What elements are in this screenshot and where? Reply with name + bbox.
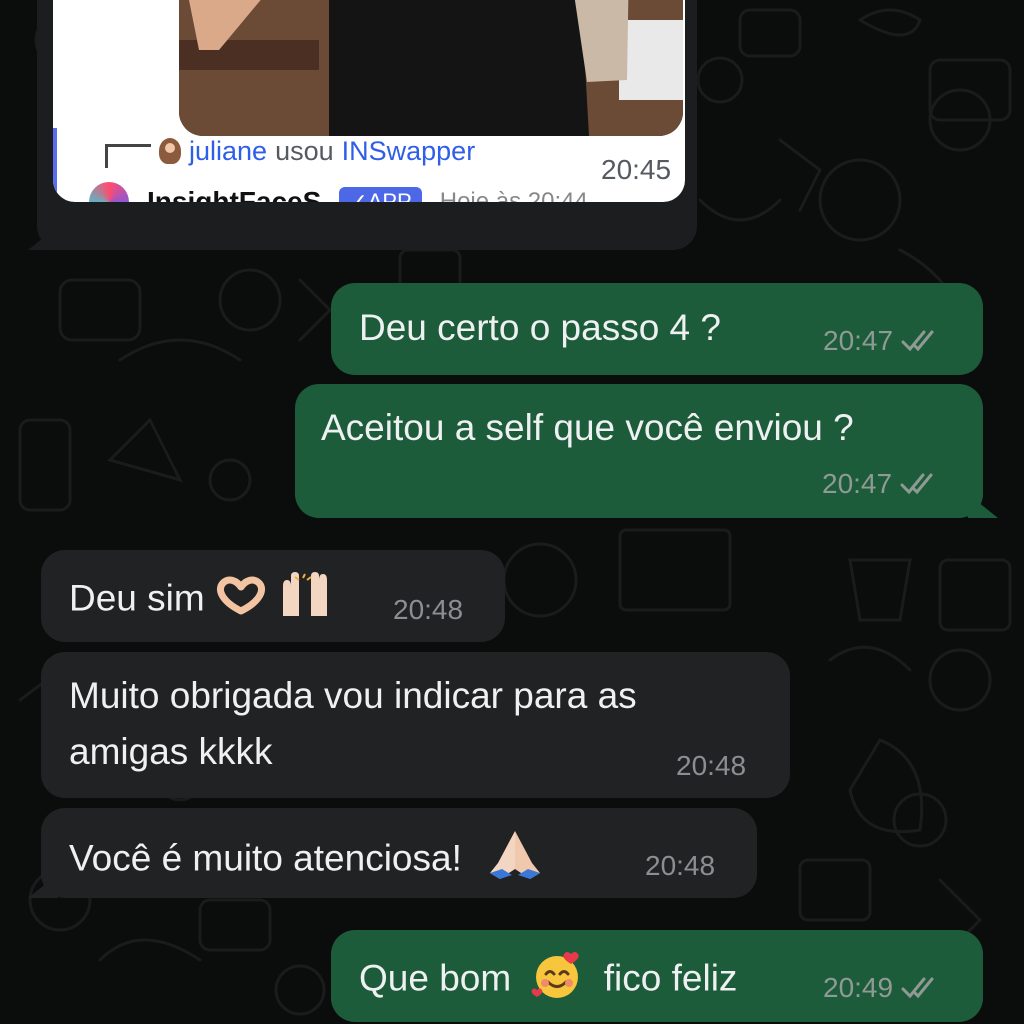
bot-avatar (89, 182, 129, 202)
double-check-read-icon (901, 330, 937, 352)
double-check-read-icon (900, 473, 936, 495)
forwarded-photo[interactable] (179, 0, 683, 136)
message-time: 20:47 (822, 468, 893, 499)
bot-name: InsightFaceS (147, 186, 322, 202)
bot-timestamp: Hoje às 20:44 (439, 188, 588, 202)
reply-target-link[interactable]: INSwapper (342, 136, 476, 167)
folded-hands-emoji (486, 829, 544, 892)
message-time: 20:48 (393, 594, 464, 625)
incoming-message[interactable]: Muito obrigada vou indicar para as amiga… (41, 652, 790, 798)
message-time: 20:49 (823, 972, 894, 1003)
message-text: Deu sim (69, 577, 205, 619)
raising-hands-emoji (277, 572, 333, 629)
message-text-start: Que bom (359, 957, 512, 999)
user-avatar-icon (159, 138, 181, 164)
app-badge: ✓APP (339, 187, 422, 202)
message-text-end: fico feliz (603, 957, 738, 999)
message-text: Você é muito atenciosa! (69, 837, 462, 879)
message-time: 20:48 (645, 850, 716, 881)
smiling-face-with-hearts-emoji (531, 950, 583, 1011)
reply-verb: usou (275, 135, 334, 166)
message-text: Aceitou a self que você enviou ? (321, 407, 854, 448)
reply-attribution[interactable]: juliane usou INSwapper (105, 134, 475, 168)
message-text: Deu certo o passo 4 ? (359, 307, 721, 348)
reply-accent-bar (53, 128, 57, 202)
message-time: 20:48 (676, 750, 747, 781)
incoming-message[interactable]: Você é muito atenciosa! 20:48 (41, 808, 757, 898)
message-time: 20:45 (601, 154, 672, 185)
message-time: 20:47 (823, 325, 894, 356)
incoming-message[interactable]: Deu sim 20:48 (41, 550, 505, 642)
reply-connector-icon (105, 144, 151, 168)
outgoing-message[interactable]: Aceitou a self que você enviou ? 20:47 (295, 384, 983, 518)
message-text-line-2: amigas kkkk (69, 731, 273, 772)
message-text-line-1: Muito obrigada vou indicar para as (69, 675, 637, 716)
reply-user-name[interactable]: juliane (189, 136, 267, 167)
forwarded-media-preview[interactable]: juliane usou INSwapper 20:45 InsightFace… (53, 0, 685, 202)
outgoing-message[interactable]: Que bom fico feliz 20:49 (331, 930, 983, 1022)
heart-hands-emoji (215, 575, 267, 626)
outgoing-message[interactable]: Deu certo o passo 4 ? 20:47 (331, 283, 983, 375)
bot-header: InsightFaceS ✓APP Hoje às 20:44 (89, 182, 588, 202)
double-check-read-icon (901, 977, 937, 999)
forwarded-media-message[interactable]: juliane usou INSwapper 20:45 InsightFace… (37, 0, 697, 250)
